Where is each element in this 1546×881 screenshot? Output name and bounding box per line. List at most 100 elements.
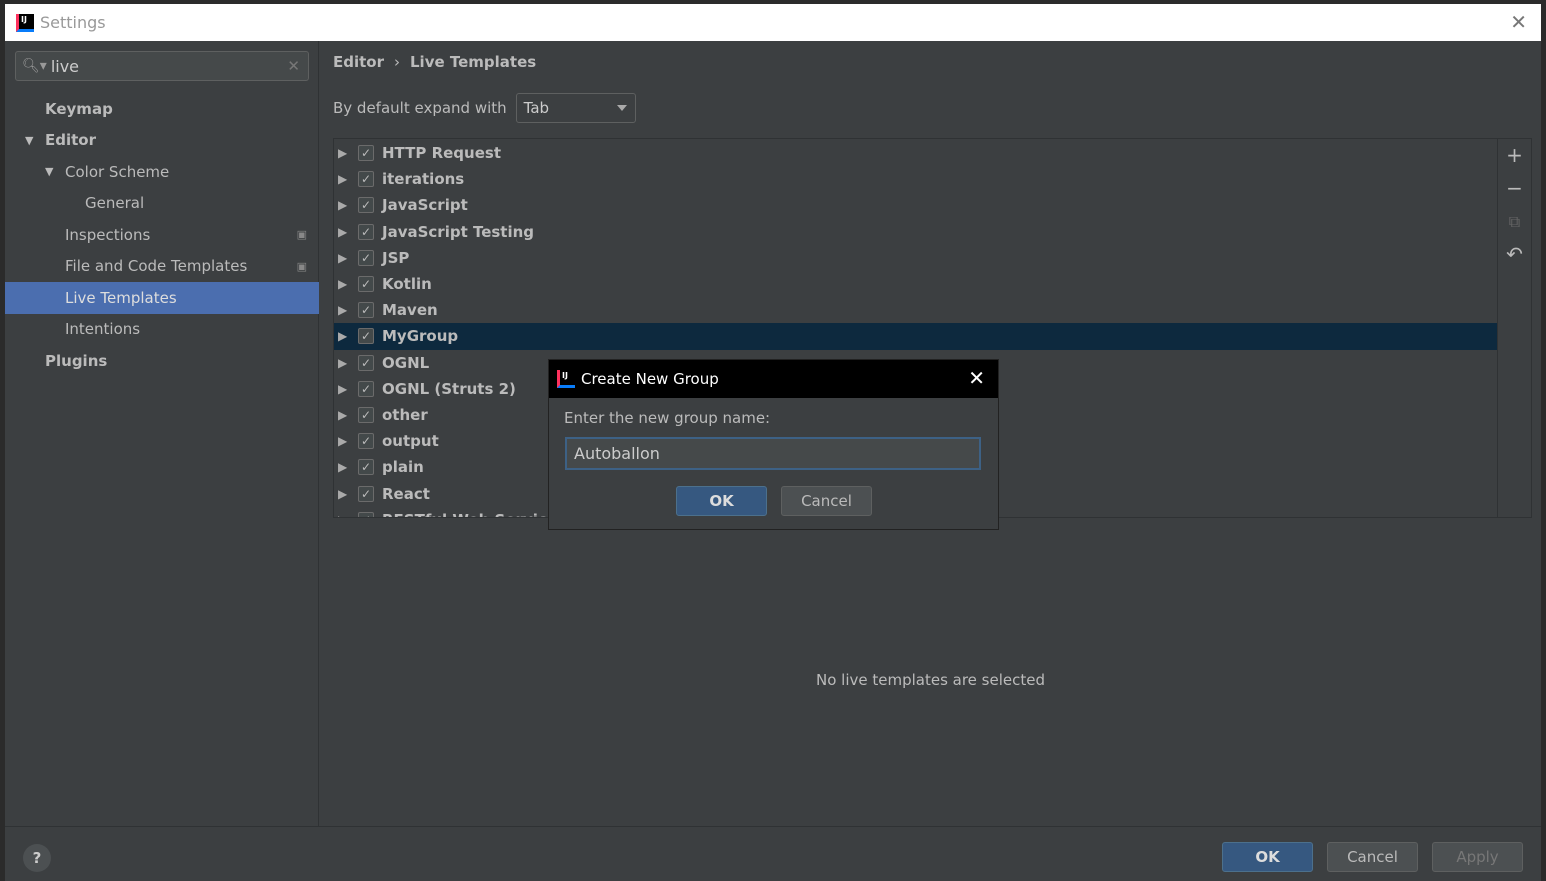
group-label: Kotlin — [382, 275, 432, 294]
sidebar-item[interactable]: General — [5, 188, 319, 220]
group-checkbox[interactable]: ✓ — [358, 406, 374, 423]
expand-arrow-icon[interactable]: ▶ — [334, 277, 358, 291]
cancel-button[interactable]: Cancel — [1327, 842, 1418, 872]
group-label: RESTful Web Services — [382, 511, 566, 517]
expand-arrow-icon[interactable]: ▶ — [334, 251, 358, 265]
dialog-ok-button[interactable]: OK — [676, 486, 767, 516]
group-label: OGNL — [382, 353, 430, 372]
copy-icon[interactable]: ⧉ — [1498, 205, 1531, 238]
group-checkbox[interactable]: ✓ — [358, 459, 374, 476]
close-window-button[interactable]: ✕ — [1510, 10, 1527, 34]
group-checkbox[interactable]: ✓ — [358, 354, 374, 371]
group-checkbox[interactable]: ✓ — [358, 380, 374, 397]
expand-arrow-icon[interactable]: ▶ — [334, 303, 358, 317]
expand-arrow-icon[interactable]: ▶ — [334, 513, 358, 517]
group-label: JSP — [382, 248, 410, 267]
group-checkbox[interactable]: ✓ — [358, 249, 374, 266]
template-group-row[interactable]: ▶ ✓ Kotlin — [334, 271, 1497, 297]
ok-button[interactable]: OK — [1222, 842, 1313, 872]
breadcrumb-separator: › — [394, 53, 400, 71]
group-checkbox[interactable]: ✓ — [358, 302, 374, 319]
expand-arrow-icon[interactable]: ▶ — [334, 225, 358, 239]
template-group-row[interactable]: ▶ ✓ JavaScript — [334, 192, 1497, 218]
add-icon[interactable]: + — [1498, 139, 1531, 172]
template-group-row[interactable]: ▶ ✓ MyGroup — [334, 323, 1497, 350]
group-checkbox[interactable]: ✓ — [358, 276, 374, 293]
group-checkbox[interactable]: ✓ — [358, 328, 374, 345]
sidebar-item[interactable]: ▼ Editor — [5, 125, 319, 157]
dialog-title: Create New Group — [581, 370, 719, 388]
expand-arrow-icon[interactable]: ▶ — [334, 356, 358, 370]
sidebar-item-label: Plugins — [45, 351, 108, 370]
group-label: HTTP Request — [382, 144, 501, 163]
intellij-logo-icon: IJ — [557, 370, 575, 388]
title-bar: IJ Settings ✕ — [5, 4, 1541, 41]
sidebar-item[interactable]: Plugins — [5, 345, 319, 377]
empty-message: No live templates are selected — [815, 671, 1045, 689]
sidebar-item-label: Editor — [45, 131, 96, 150]
group-name-input[interactable]: Autoballon — [565, 437, 981, 470]
revert-icon[interactable]: ↶ — [1498, 238, 1531, 271]
group-label: React — [382, 484, 430, 503]
sidebar-item[interactable]: Inspections ▣ — [5, 219, 319, 251]
settings-search-input[interactable]: 🔍︎▾ live ✕ — [15, 51, 309, 81]
expand-arrow-icon[interactable]: ▶ — [334, 487, 358, 501]
expand-with-setting: By default expand with Tab — [333, 93, 636, 123]
group-checkbox[interactable]: ✓ — [358, 223, 374, 240]
sidebar-item[interactable]: File and Code Templates ▣ — [5, 251, 319, 283]
group-checkbox[interactable]: ✓ — [358, 197, 374, 214]
expand-with-label: By default expand with — [333, 99, 507, 117]
group-name-label: Enter the new group name: — [564, 409, 771, 427]
sidebar-item[interactable]: ▼ Color Scheme — [5, 156, 319, 188]
group-checkbox[interactable]: ✓ — [358, 485, 374, 502]
expand-arrow-icon[interactable]: ▶ — [334, 172, 358, 186]
sidebar-item-label: File and Code Templates — [65, 257, 248, 276]
template-group-row[interactable]: ▶ ✓ Maven — [334, 297, 1497, 323]
settings-tree: Keymap ▼ Editor ▼ Color Scheme General Inspect… — [5, 93, 319, 377]
project-settings-icon: ▣ — [296, 228, 307, 242]
expand-arrow-icon[interactable]: ▼ — [45, 165, 65, 178]
sidebar-item-label: General — [85, 194, 145, 213]
expand-with-dropdown[interactable]: Tab — [515, 93, 636, 123]
breadcrumb-parent[interactable]: Editor — [333, 53, 384, 71]
expand-arrow-icon[interactable]: ▶ — [334, 408, 358, 422]
expand-arrow-icon[interactable]: ▶ — [334, 382, 358, 396]
sidebar-item-label: Inspections — [65, 225, 151, 244]
sidebar-item[interactable]: Keymap — [5, 93, 319, 125]
group-label: Maven — [382, 301, 438, 320]
sidebar-item[interactable]: Live Templates — [5, 282, 319, 314]
group-checkbox[interactable]: ✓ — [358, 511, 374, 517]
expand-arrow-icon[interactable]: ▼ — [25, 134, 45, 147]
template-group-row[interactable]: ▶ ✓ JSP — [334, 245, 1497, 271]
dialog-title-bar: IJ Create New Group ✕ — [549, 360, 998, 398]
template-group-row[interactable]: ▶ ✓ HTTP Request — [334, 140, 1497, 166]
sidebar-item-label: Color Scheme — [65, 162, 170, 181]
expand-arrow-icon[interactable]: ▶ — [334, 434, 358, 448]
expand-arrow-icon[interactable]: ▶ — [334, 146, 358, 160]
close-dialog-button[interactable]: ✕ — [968, 366, 985, 390]
settings-sidebar: 🔍︎▾ live ✕ Keymap ▼ Editor ▼ Color Scheme Gen… — [5, 41, 319, 826]
group-label: OGNL (Struts 2) — [382, 379, 516, 398]
expand-arrow-icon[interactable]: ▶ — [334, 198, 358, 212]
expand-with-value: Tab — [523, 99, 550, 117]
sidebar-item[interactable]: Intentions — [5, 314, 319, 346]
group-label: JavaScript Testing — [382, 222, 535, 241]
group-checkbox[interactable]: ✓ — [358, 433, 374, 450]
remove-icon[interactable]: − — [1498, 172, 1531, 205]
search-icon: 🔍︎▾ — [22, 58, 47, 74]
dialog-cancel-button[interactable]: Cancel — [781, 486, 872, 516]
template-group-row[interactable]: ▶ ✓ JavaScript Testing — [334, 219, 1497, 245]
clear-search-icon[interactable]: ✕ — [287, 57, 300, 75]
create-new-group-dialog: IJ Create New Group ✕ Enter the new grou… — [548, 359, 999, 530]
group-checkbox[interactable]: ✓ — [358, 145, 374, 162]
sidebar-item-label: Live Templates — [65, 288, 177, 307]
group-checkbox[interactable]: ✓ — [358, 171, 374, 188]
group-label: MyGroup — [382, 327, 459, 346]
apply-button[interactable]: Apply — [1432, 842, 1523, 872]
expand-arrow-icon[interactable]: ▶ — [334, 329, 358, 343]
help-button[interactable]: ? — [23, 844, 51, 872]
sidebar-item-label: Intentions — [65, 320, 141, 339]
template-group-row[interactable]: ▶ ✓ iterations — [334, 166, 1497, 192]
expand-arrow-icon[interactable]: ▶ — [334, 460, 358, 474]
group-label: other — [382, 405, 428, 424]
